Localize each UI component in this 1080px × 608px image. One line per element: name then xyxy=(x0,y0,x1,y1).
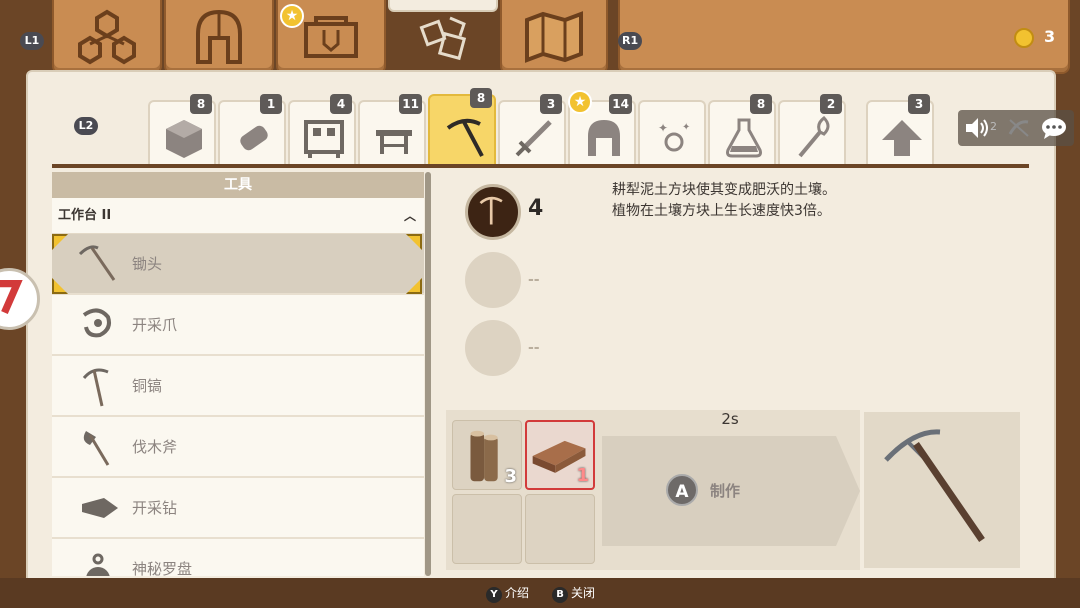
subtab-machines[interactable]: 4 xyxy=(288,94,356,166)
craft-button-label: 制作 xyxy=(710,482,741,500)
sparkle-icon: ✦ ✦ xyxy=(658,121,690,152)
subtab-armor[interactable]: ★ 14 xyxy=(568,90,636,166)
footer-hints: Y 介绍 B 关闭 xyxy=(0,578,1080,608)
list-item-label: 锄头 xyxy=(132,255,163,273)
ingredient-slot-empty xyxy=(452,494,522,564)
subtab-blocks[interactable]: 8 xyxy=(148,94,216,166)
torch-icon xyxy=(798,116,830,158)
copper-pickaxe-icon xyxy=(82,368,109,407)
subtab-weapons[interactable]: 3 xyxy=(498,94,566,166)
subtab-count: 3 xyxy=(908,94,930,114)
subtab-count: 4 xyxy=(330,94,352,114)
pickaxe-icon xyxy=(446,118,484,157)
list-item-label: 神秘罗盘 xyxy=(132,560,193,576)
mining-claw-icon xyxy=(82,308,111,338)
side-tools: 2 xyxy=(958,110,1074,146)
item-preview xyxy=(864,412,1020,568)
muted-icon[interactable] xyxy=(1006,116,1032,140)
workbench-group[interactable]: 工作台 II ︿ xyxy=(52,198,424,234)
chat-icon[interactable] xyxy=(1040,116,1068,140)
subtab-count: 8 xyxy=(190,94,212,114)
hint-close[interactable]: B 关闭 xyxy=(552,584,596,603)
compass-icon xyxy=(86,553,110,576)
recipe-list: 工具 工作台 II ︿ 锄头 开采爪 铜镐 伐木斧 开采钻 神秘罗盘 xyxy=(52,172,424,576)
y-button-icon: Y xyxy=(486,587,502,603)
item-description: 耕犁泥土方块使其变成肥沃的土壤。 植物在土壤方块上生长速度快3倍。 xyxy=(612,180,836,222)
potion-icon xyxy=(726,118,762,158)
speaker-icon[interactable] xyxy=(964,116,990,140)
subtab-furniture[interactable]: 11 xyxy=(358,94,426,166)
table-icon xyxy=(376,130,412,154)
helmet-icon xyxy=(588,120,620,156)
subtab-count: 14 xyxy=(609,94,632,114)
drill-icon xyxy=(82,498,118,518)
ingredient-slot-empty xyxy=(525,494,595,564)
tab-divider xyxy=(52,164,1029,168)
group-label: 工作台 II xyxy=(58,208,112,223)
empty-stat-slot xyxy=(465,252,521,308)
sword-icon xyxy=(515,120,552,157)
description-line: 耕犁泥土方块使其变成肥沃的土壤。 xyxy=(612,182,836,198)
list-item[interactable]: 伐木斧 xyxy=(52,417,424,478)
svg-text:✦: ✦ xyxy=(658,121,668,135)
list-item[interactable]: 铜镐 xyxy=(52,356,424,417)
list-item[interactable]: 开采钻 xyxy=(52,478,424,539)
mining-stat-value: 4 xyxy=(528,196,544,221)
subtab-upgrades[interactable]: 3 xyxy=(866,94,934,166)
svg-text:✦: ✦ xyxy=(682,122,690,133)
a-button-icon: A xyxy=(666,474,698,506)
scroll-icon xyxy=(240,125,268,151)
subtab-tools[interactable]: 8 xyxy=(428,88,496,166)
b-button-icon: B xyxy=(552,587,568,603)
list-item[interactable]: 锄头 xyxy=(52,234,424,295)
block-icon xyxy=(166,120,202,158)
hoe-icon xyxy=(78,245,116,281)
star-icon: ★ xyxy=(568,90,592,114)
subtab-count: 2 xyxy=(820,94,842,114)
empty-stat-slot xyxy=(465,320,521,376)
list-item[interactable]: 神秘罗盘 xyxy=(52,539,424,576)
subtab-count: 1 xyxy=(260,94,282,114)
subtab-count: 8 xyxy=(750,94,772,114)
pickaxe-icon xyxy=(479,196,503,225)
scroll-thumb[interactable] xyxy=(425,172,431,576)
subtab-accessories[interactable]: ✦ ✦ xyxy=(638,100,706,166)
list-item-label: 开采爪 xyxy=(132,316,178,334)
list-item-label: 伐木斧 xyxy=(132,438,178,456)
ingredient-qty: 3 xyxy=(504,466,517,487)
mining-stat-icon xyxy=(465,184,521,240)
side-indicator xyxy=(0,268,40,330)
subtab-scrolls[interactable]: 1 xyxy=(218,94,286,166)
subtab-lights[interactable]: 2 xyxy=(778,94,846,166)
list-item-label: 开采钻 xyxy=(132,499,178,517)
ingredient-slot[interactable]: 3 xyxy=(452,420,522,490)
chevron-icon xyxy=(0,280,23,314)
arrow-up-icon xyxy=(882,120,922,156)
hint-label: 关闭 xyxy=(571,586,596,600)
craft-button[interactable]: A 制作 xyxy=(666,474,786,508)
hint-label: 介绍 xyxy=(505,586,530,600)
pickaxe-icon xyxy=(884,429,985,542)
list-header: 工具 xyxy=(52,172,424,198)
empty-stat-value: -- xyxy=(528,272,540,288)
machine-icon xyxy=(304,120,344,158)
sub-category-tabs: 8 1 4 11 8 3 ★ 14 ✦ ✦ 8 2 3 xyxy=(0,0,1080,170)
craft-time: 2s xyxy=(721,410,739,428)
subtab-count: 3 xyxy=(540,94,562,114)
subtab-count: 11 xyxy=(399,94,422,114)
ingredient-qty: 1 xyxy=(576,465,589,486)
description-line: 植物在土壤方块上生长速度快3倍。 xyxy=(612,203,831,219)
list-scrollbar[interactable] xyxy=(425,172,431,576)
ingredient-slot[interactable]: 1 xyxy=(525,420,595,490)
list-item[interactable]: 开采爪 xyxy=(52,295,424,356)
chevron-up-icon[interactable]: ︿ xyxy=(404,198,416,234)
hint-info[interactable]: Y 介绍 xyxy=(486,584,530,603)
subtab-count: 8 xyxy=(470,88,492,108)
empty-stat-value: -- xyxy=(528,340,540,356)
side-badge: 2 xyxy=(990,120,997,133)
subtab-potions[interactable]: 8 xyxy=(708,94,776,166)
list-item-label: 铜镐 xyxy=(132,377,163,395)
axe-icon xyxy=(83,431,110,466)
